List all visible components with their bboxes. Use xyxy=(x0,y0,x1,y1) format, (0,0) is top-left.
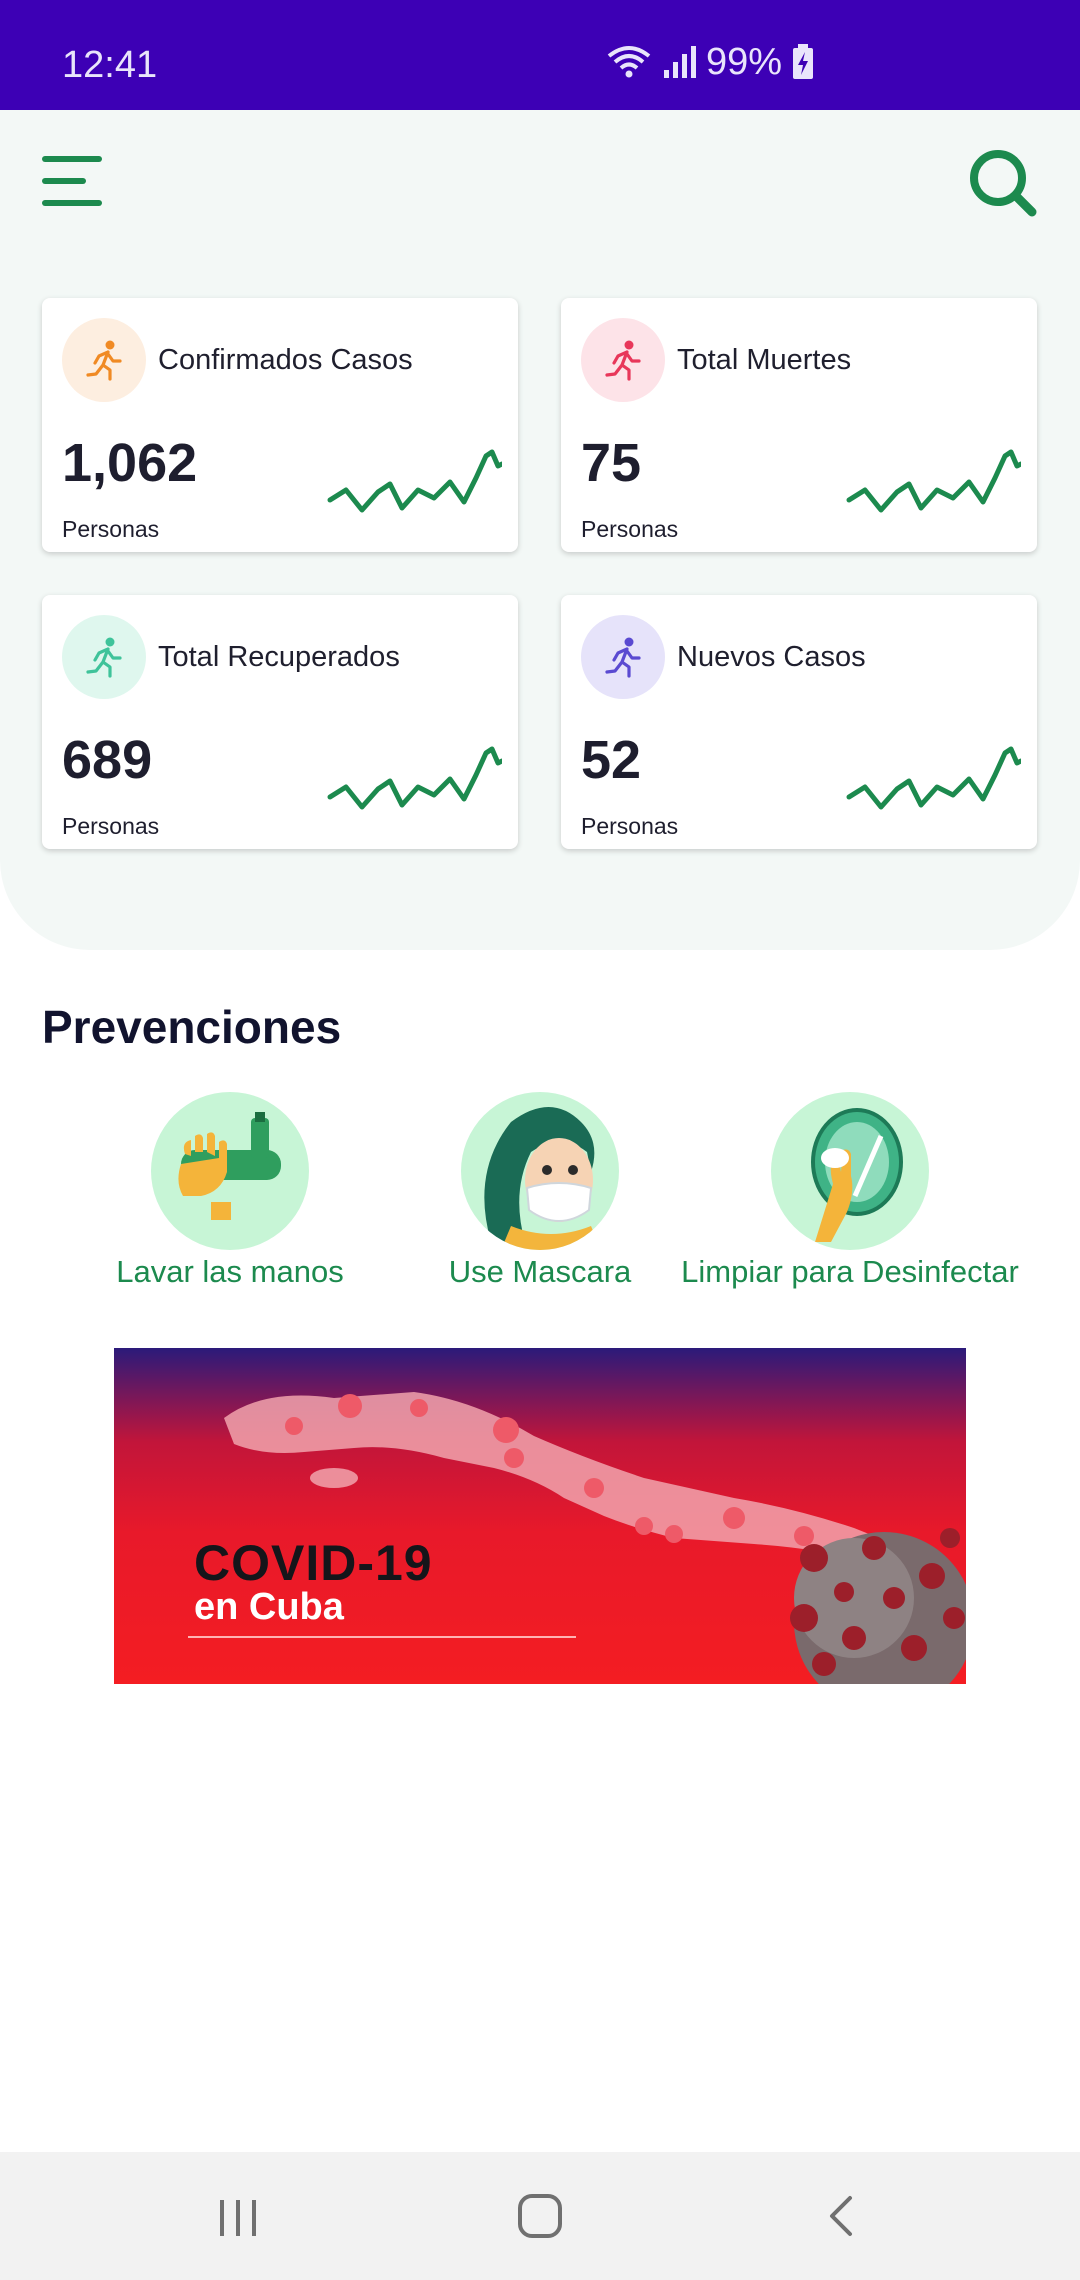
search-icon xyxy=(970,150,1037,217)
banner-divider xyxy=(188,1636,576,1638)
home-button[interactable] xyxy=(510,2186,570,2246)
status-icons: 99% xyxy=(606,40,814,84)
disinfect-icon xyxy=(771,1092,929,1250)
banner-subtitle: en Cuba xyxy=(194,1586,344,1628)
prevention-item-limpiar[interactable]: Limpiar para Desinfectar xyxy=(680,1092,1020,1290)
running-person-icon xyxy=(86,637,122,678)
section-title-prevenciones: Prevenciones xyxy=(42,1001,342,1053)
system-navigation-bar xyxy=(0,2152,1080,2280)
prevention-label: Use Mascara xyxy=(448,1254,632,1289)
stat-icon-circle xyxy=(581,615,665,699)
back-icon xyxy=(830,2196,852,2236)
prevention-item-mascara[interactable]: Use Mascara xyxy=(370,1092,710,1290)
stat-card[interactable]: Total Recuperados 689 Personas xyxy=(42,595,518,849)
stat-unit: Personas xyxy=(62,813,160,839)
prevention-item-lavar[interactable]: Lavar las manos xyxy=(60,1092,400,1290)
stat-icon-circle xyxy=(62,318,146,402)
stat-card[interactable]: Nuevos Casos 52 Personas xyxy=(561,595,1037,849)
hand-wash-icon xyxy=(151,1092,309,1250)
stat-value: 75 xyxy=(581,433,642,493)
stat-unit: Personas xyxy=(581,516,679,542)
prevention-label: Limpiar para Desinfectar xyxy=(681,1254,1019,1289)
stat-unit: Personas xyxy=(62,516,160,542)
recents-icon xyxy=(220,2200,256,2236)
menu-icon xyxy=(42,156,102,206)
sparkline-graphic xyxy=(846,746,1021,810)
stat-value: 52 xyxy=(581,730,642,790)
recents-button[interactable] xyxy=(208,2186,268,2246)
cuba-map-image xyxy=(224,1392,966,1684)
stat-title: Total Muertes xyxy=(677,344,852,376)
wifi-icon xyxy=(607,46,651,78)
menu-button[interactable] xyxy=(40,154,106,210)
sparkline-graphic xyxy=(327,449,502,513)
sparkline-graphic xyxy=(327,746,502,810)
prevention-label: Lavar las manos xyxy=(116,1254,344,1289)
running-person-icon xyxy=(605,637,641,678)
face-mask-icon xyxy=(461,1092,619,1250)
stat-title: Nuevos Casos xyxy=(677,641,866,673)
battery-percent: 99% xyxy=(706,40,783,83)
stat-card[interactable]: Confirmados Casos 1,062 Personas xyxy=(42,298,518,552)
banner-title: COVID-19 xyxy=(194,1535,433,1591)
stat-title: Confirmados Casos xyxy=(158,344,413,376)
search-button[interactable] xyxy=(968,148,1038,218)
stat-icon-circle xyxy=(62,615,146,699)
covid-cuba-banner[interactable]: COVID-19 en Cuba xyxy=(114,1348,966,1684)
stat-value: 689 xyxy=(62,730,153,790)
stat-value: 1,062 xyxy=(62,433,198,493)
status-bar: 12:41 99% xyxy=(0,0,1080,110)
home-icon xyxy=(518,2194,562,2238)
signal-icon xyxy=(664,46,696,78)
battery-charging-icon xyxy=(793,44,814,79)
stat-card[interactable]: Total Muertes 75 Personas xyxy=(561,298,1037,552)
back-button[interactable] xyxy=(812,2186,872,2246)
stat-unit: Personas xyxy=(581,813,679,839)
status-time: 12:41 xyxy=(62,44,158,86)
stat-icon-circle xyxy=(581,318,665,402)
running-person-icon xyxy=(86,340,122,381)
running-person-icon xyxy=(605,340,641,381)
stat-title: Total Recuperados xyxy=(158,641,400,673)
sparkline-graphic xyxy=(846,449,1021,513)
